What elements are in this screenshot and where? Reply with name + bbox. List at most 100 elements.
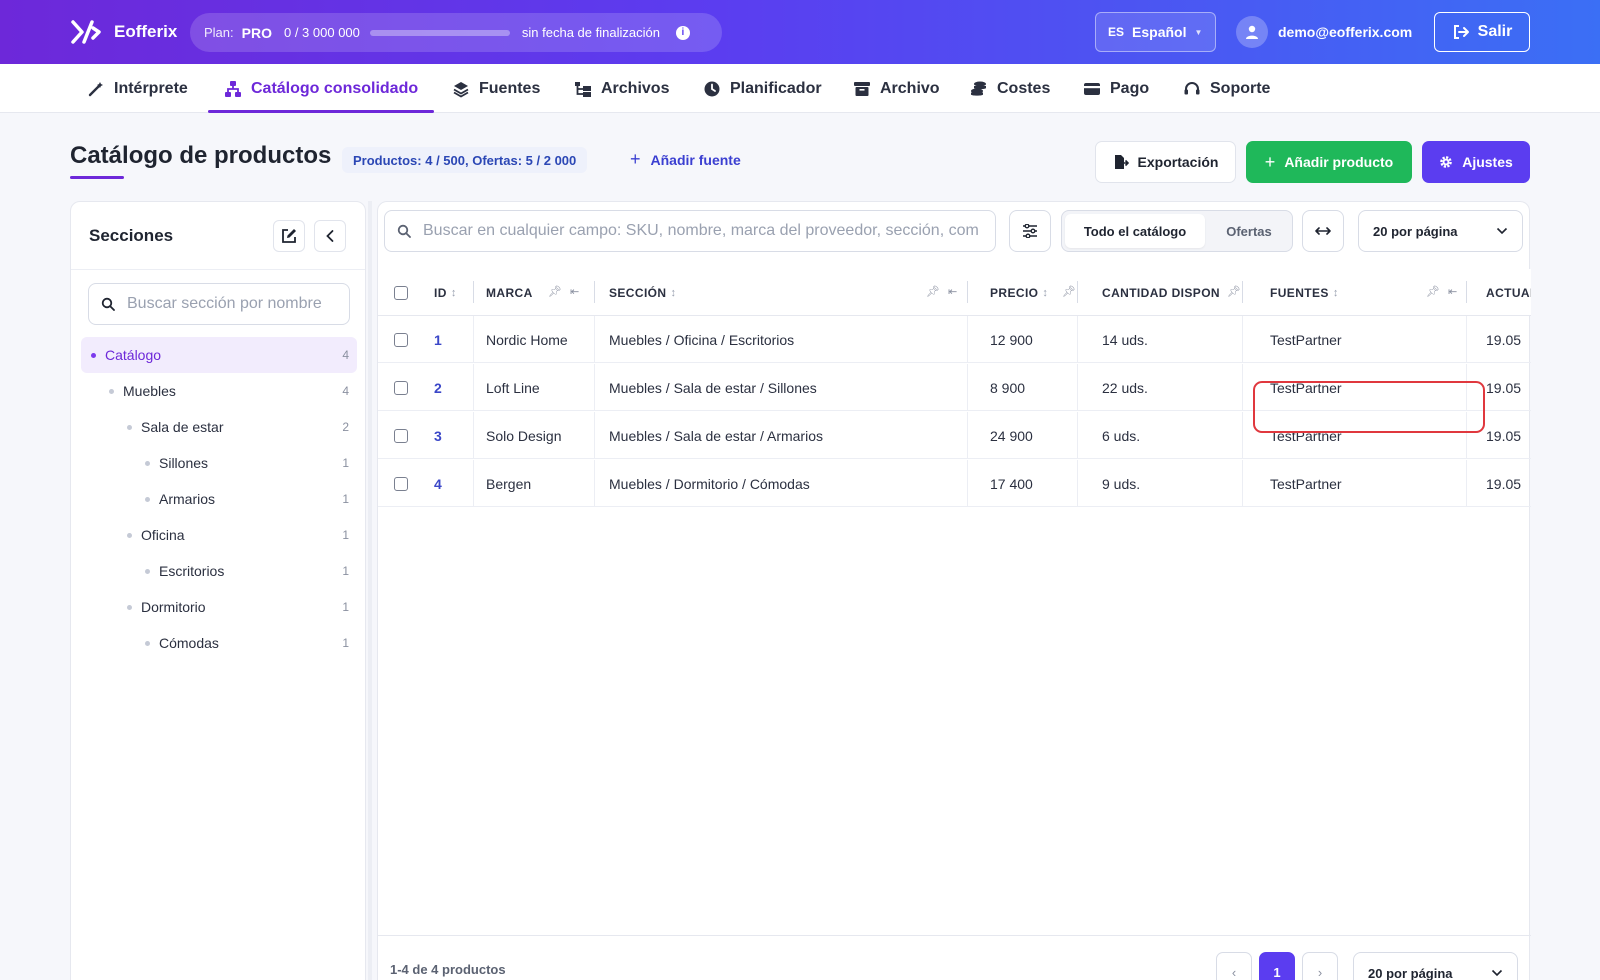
col-qty[interactable]: CANTIDAD DISPONIBLE — [1102, 269, 1220, 316]
segment-offers[interactable]: Ofertas — [1209, 214, 1289, 248]
pin-icon[interactable]: 📌︎ — [1426, 285, 1440, 298]
product-search-placeholder: Buscar en cualquier campo: SKU, nombre, … — [423, 222, 979, 239]
column-resizer[interactable] — [1077, 281, 1078, 303]
tree-item[interactable]: Armarios 1 — [81, 481, 357, 517]
cell-divider — [967, 460, 968, 507]
tree-item[interactable]: Sillones 1 — [81, 445, 357, 481]
filters-button[interactable] — [1009, 210, 1051, 252]
sliders-icon — [1023, 224, 1037, 238]
checkbox[interactable] — [394, 476, 408, 491]
checkbox[interactable] — [394, 380, 408, 395]
cell-id[interactable]: 3 — [434, 412, 474, 459]
search-icon — [397, 224, 411, 238]
pin-icon[interactable]: 📌︎ — [926, 285, 940, 298]
checkbox[interactable] — [394, 332, 408, 347]
info-icon[interactable]: i — [675, 25, 690, 40]
cell-brand: Nordic Home — [486, 331, 568, 348]
tree-item[interactable]: Dormitorio 1 — [81, 589, 357, 625]
sidebar-resize-handle[interactable] — [368, 201, 372, 980]
col-price-tools: 📌︎ — [1062, 285, 1076, 298]
per-page-select-bottom[interactable]: 20 por página — [1353, 952, 1518, 980]
section-search-input[interactable]: Buscar sección por nombre — [88, 283, 350, 325]
nav-label: Planificador — [730, 79, 822, 97]
tree-item[interactable]: Oficina 1 — [81, 517, 357, 553]
col-price[interactable]: PRECIO ↕ — [990, 269, 1060, 316]
plan-expiry: sin fecha de finalización — [521, 25, 660, 40]
nav-item-planificador[interactable]: Planificador — [703, 64, 822, 113]
nav-item-costes[interactable]: Costes — [970, 64, 1050, 113]
nav-item-pago[interactable]: Pago — [1083, 64, 1149, 113]
pin-icon[interactable]: 📌︎ — [548, 285, 562, 298]
row-select — [394, 316, 414, 363]
tree-item[interactable]: Cómodas 1 — [81, 625, 357, 661]
export-button[interactable]: Exportación — [1095, 141, 1236, 183]
column-resizer[interactable] — [473, 281, 474, 303]
cell-id[interactable]: 2 — [434, 364, 474, 411]
table-toolbar: Buscar en cualquier campo: SKU, nombre, … — [378, 202, 1531, 262]
cell-section: Muebles / Dormitorio / Cómodas — [609, 475, 810, 492]
column-resizer[interactable] — [1466, 281, 1467, 303]
column-resizer[interactable] — [967, 281, 968, 303]
nav-item-fuentes[interactable]: Fuentes — [452, 64, 540, 113]
cell-qty: 14 uds. — [1102, 331, 1148, 348]
col-updated[interactable]: ACTUALIZADO — [1486, 269, 1531, 316]
select-all-checkbox[interactable] — [394, 269, 414, 316]
cell-id[interactable]: 1 — [434, 316, 474, 363]
cell-divider — [967, 412, 968, 459]
nav-item-archivos[interactable]: Archivos — [574, 64, 669, 113]
tree-item[interactable]: Catálogo 4 — [81, 337, 357, 373]
limits-badge: Productos: 4 / 500, Ofertas: 5 / 2 000 — [342, 147, 588, 173]
col-sources[interactable]: FUENTES ↕ — [1270, 269, 1350, 316]
cell-price: 12 900 — [990, 331, 1033, 348]
page-button-current[interactable]: 1 — [1259, 952, 1295, 980]
prev-page-button[interactable]: ‹ — [1216, 952, 1252, 980]
column-width-button[interactable] — [1302, 210, 1344, 252]
tree-item[interactable]: Muebles 4 — [81, 373, 357, 409]
collapse-column-icon[interactable]: ⇤ — [570, 285, 579, 298]
sort-icon: ↕ — [670, 286, 677, 299]
product-search-input[interactable]: Buscar en cualquier campo: SKU, nombre, … — [384, 210, 996, 252]
cell-id[interactable]: 4 — [434, 460, 474, 507]
table-row[interactable]: 4 Bergen Muebles / Dormitorio / Cómodas 17 … — [378, 460, 1531, 507]
table-row[interactable]: 1 Nordic Home Muebles / Oficina / Escritor… — [378, 316, 1531, 363]
col-id-label: ID — [434, 285, 447, 300]
col-sources-label: FUENTES — [1270, 285, 1329, 300]
collapse-column-icon[interactable]: ⇤ — [948, 285, 957, 298]
tree-item[interactable]: Escritorios 1 — [81, 553, 357, 589]
per-page-select[interactable]: 20 por página — [1358, 210, 1523, 252]
language-selector[interactable]: ES Español ▼ — [1095, 12, 1216, 52]
search-icon — [101, 297, 115, 311]
next-page-button[interactable]: › — [1302, 952, 1338, 980]
layers-icon — [453, 81, 469, 98]
pin-icon[interactable]: 📌︎ — [1062, 285, 1076, 298]
chevron-down-icon — [1491, 969, 1503, 977]
logout-button[interactable]: Salir — [1434, 12, 1530, 52]
col-section[interactable]: SECCIÓN ↕ — [609, 269, 709, 316]
column-resizer[interactable] — [1242, 281, 1243, 303]
user-menu[interactable]: demo@eofferix.com — [1236, 16, 1412, 48]
checkbox[interactable] — [394, 285, 408, 300]
edit-sections-button[interactable] — [273, 220, 305, 252]
title-underline — [70, 176, 124, 179]
collapse-column-icon[interactable]: ⇤ — [1448, 285, 1457, 298]
plan-pill: Plan: PRO 0 / 3 000 000 sin fecha de fin… — [190, 13, 722, 52]
add-source-link[interactable]: + Añadir fuente — [630, 149, 741, 170]
top-bar: Eofferix Plan: PRO 0 / 3 000 000 sin fec… — [0, 0, 1600, 64]
pin-icon[interactable]: 📌︎ — [1227, 285, 1241, 298]
nav-item-catalogo[interactable]: Catálogo consolidado — [208, 64, 434, 113]
checkbox[interactable] — [394, 428, 408, 443]
table-footer: 1-4 de 4 productos ‹ 1 › 20 por página — [378, 935, 1531, 980]
column-resizer[interactable] — [594, 281, 595, 303]
collapse-sidebar-button[interactable] — [314, 220, 346, 252]
cell-updated: 19.05 — [1486, 331, 1522, 348]
segment-all-catalog[interactable]: Todo el catálogo — [1065, 214, 1205, 248]
add-product-button[interactable]: + Añadir producto — [1246, 141, 1412, 183]
nav-item-archivo[interactable]: Archivo — [853, 64, 940, 113]
tree-item[interactable]: Sala de estar 2 — [81, 409, 357, 445]
brand[interactable]: Eofferix — [70, 18, 177, 46]
credit-card-icon — [1084, 82, 1100, 95]
nav-item-interprete[interactable]: Intérprete — [87, 64, 188, 113]
col-id[interactable]: ID ↕ — [434, 269, 474, 316]
settings-button[interactable]: Ajustes — [1422, 141, 1530, 183]
nav-item-soporte[interactable]: Soporte — [1183, 64, 1270, 113]
